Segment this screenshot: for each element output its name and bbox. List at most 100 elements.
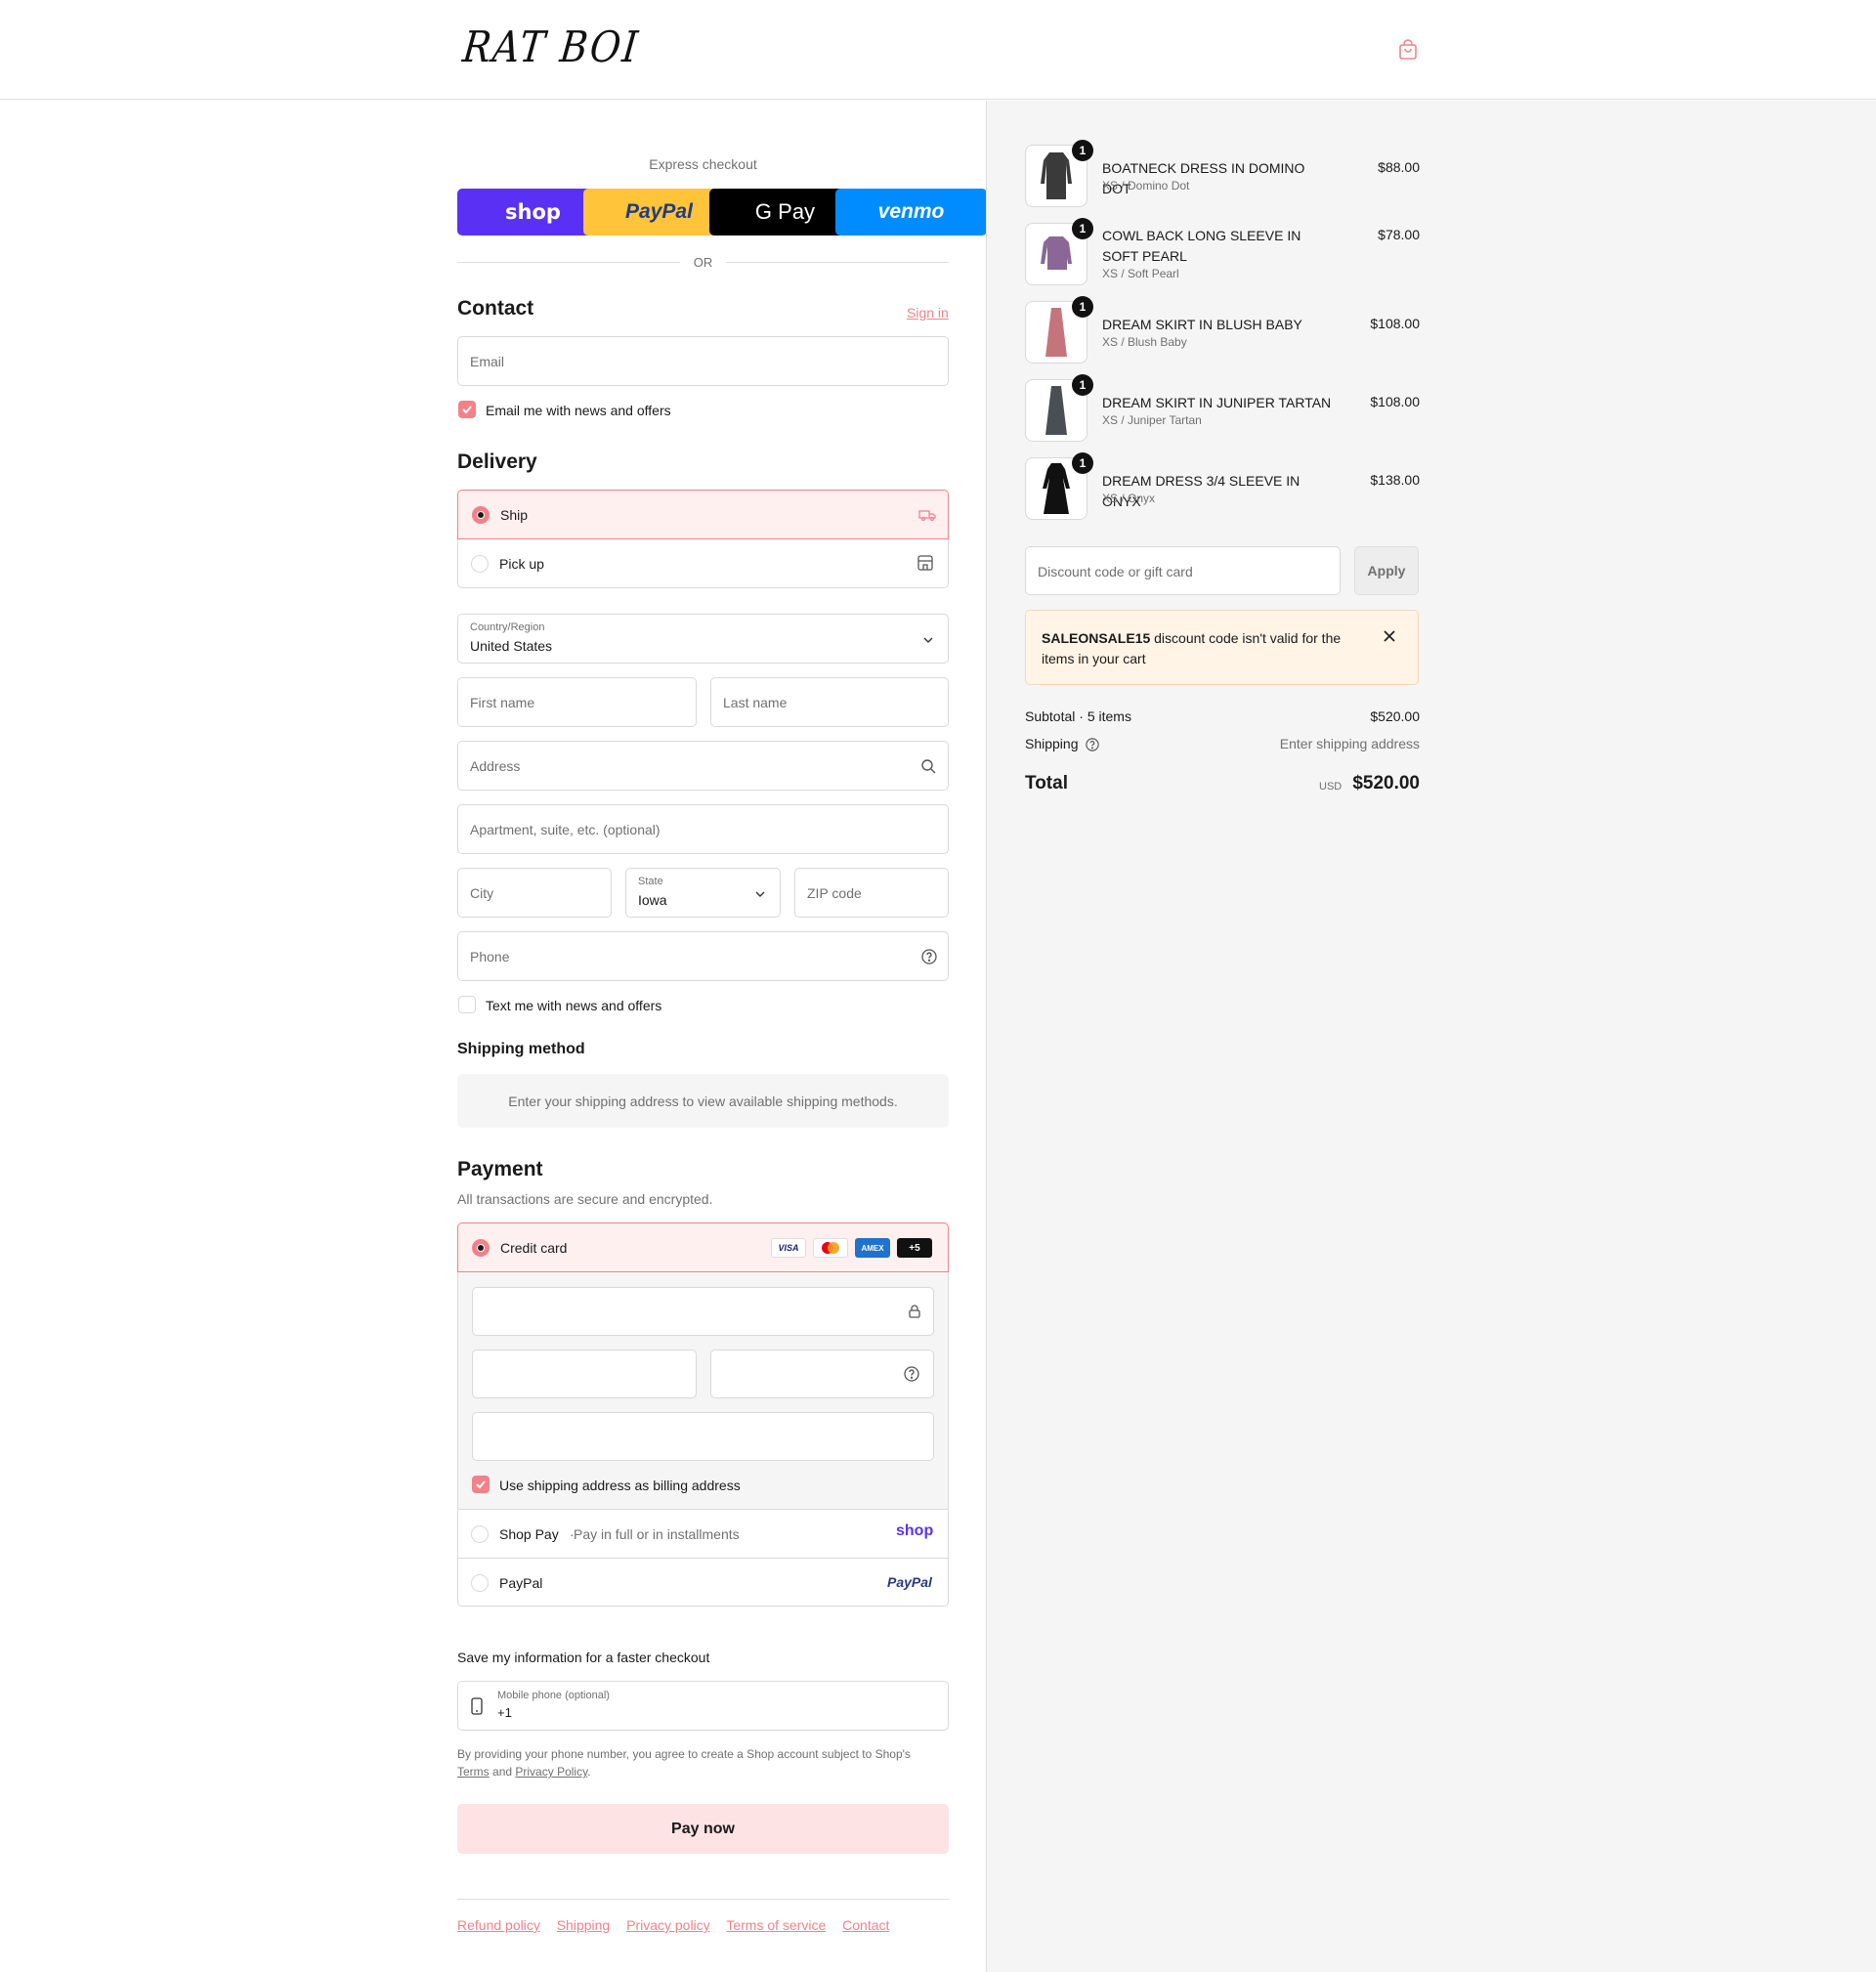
delivery-title: Delivery (457, 450, 537, 473)
item-variant: XS / Juniper Tartan (1102, 413, 1202, 427)
mobile-phone-icon (471, 1697, 483, 1715)
email-field[interactable]: Email (457, 336, 949, 386)
pay-now-button[interactable]: Pay now (457, 1804, 949, 1854)
delivery-option-pickup[interactable]: Pick up (457, 539, 949, 588)
privacy-link[interactable]: Privacy Policy (515, 1765, 587, 1779)
discount-error-text: SALEONSALE15 discount code isn't valid f… (1042, 630, 1342, 666)
save-info-title: Save my information for a faster checkou… (457, 1650, 710, 1665)
terms-link[interactable]: Terms (457, 1765, 490, 1779)
help-circle-icon[interactable] (921, 949, 937, 965)
visa-icon: VISA (771, 1238, 806, 1258)
refund-policy-link[interactable]: Refund policy (457, 1917, 540, 1933)
shop-disclaimer: By providing your phone number, you agre… (457, 1747, 911, 1779)
pickup-label: Pick up (499, 556, 544, 572)
shipping-label: Shipping (1025, 736, 1079, 751)
first-name-field[interactable]: First name (457, 677, 697, 727)
lock-icon (909, 1305, 920, 1318)
shopping-bag-icon[interactable] (1397, 39, 1419, 61)
quantity-badge: 1 (1072, 452, 1093, 474)
email-news-label: Email me with news and offers (486, 403, 671, 418)
item-variant: XS / Domino Dot (1102, 179, 1190, 193)
shop-pay-logo: shop (896, 1522, 934, 1539)
text-news-checkbox[interactable] (458, 996, 476, 1013)
amex-icon: AMEX (855, 1238, 890, 1258)
ship-label: Ship (500, 507, 529, 523)
phone-field[interactable]: Phone (457, 931, 949, 981)
or-text: OR (693, 255, 713, 270)
item-name: COWL BACK LONG SLEEVE IN SOFT PEARL (1102, 228, 1301, 264)
paypal-logo: PayPal (625, 200, 693, 223)
credit-card-label: Credit card (500, 1240, 568, 1256)
subtotal-value: $520.00 (1370, 708, 1420, 724)
zip-field[interactable]: ZIP code (794, 868, 949, 918)
quantity-badge: 1 (1072, 218, 1093, 239)
discount-error-banner: SALEONSALE15 discount code isn't valid f… (1025, 610, 1419, 685)
apartment-field[interactable]: Apartment, suite, etc. (optional) (457, 804, 949, 854)
shipping-method-title: Shipping method (457, 1041, 585, 1057)
item-price: $108.00 (1370, 316, 1420, 331)
more-cards-badge: +5 (897, 1238, 932, 1258)
item-price: $138.00 (1370, 472, 1420, 488)
text-news-label: Text me with news and offers (486, 998, 662, 1013)
item-name: DREAM SKIRT IN BLUSH BABY (1102, 317, 1302, 332)
card-expiry-field[interactable] (472, 1350, 697, 1398)
quantity-badge: 1 (1072, 374, 1093, 396)
card-name-field[interactable] (472, 1412, 934, 1461)
privacy-policy-link[interactable]: Privacy policy (626, 1917, 710, 1933)
credit-card-radio[interactable] (472, 1239, 490, 1257)
address-field[interactable]: Address (457, 741, 949, 791)
billing-same-checkbox[interactable] (472, 1476, 490, 1493)
payment-option-shop-pay[interactable]: Shop Pay · Pay in full or in installment… (458, 1509, 948, 1558)
ship-radio[interactable] (472, 506, 490, 524)
shipping-link[interactable]: Shipping (557, 1917, 611, 1933)
chevron-down-icon (923, 637, 933, 643)
shipping-method-notice: Enter your shipping address to view avai… (457, 1074, 949, 1128)
mastercard-icon (813, 1238, 848, 1258)
quantity-badge: 1 (1072, 140, 1093, 161)
venmo-logo: venmo (877, 200, 945, 223)
shop-pay-sub: Pay in full or in installments (574, 1526, 740, 1542)
mobile-phone-value: +1 (497, 1705, 512, 1720)
google-pay-logo: G Pay (754, 199, 816, 224)
currency-code: USD (1319, 781, 1343, 793)
paypal-label: PayPal (499, 1575, 543, 1591)
footer-links: Refund policy Shipping Privacy policy Te… (457, 1917, 902, 1933)
delivery-option-ship[interactable]: Ship (457, 490, 949, 539)
payment-option-paypal[interactable]: PayPal PayPal (458, 1558, 948, 1606)
terms-of-service-link[interactable]: Terms of service (726, 1917, 826, 1933)
total-label: Total (1025, 773, 1068, 793)
city-field[interactable]: City (457, 868, 612, 918)
footer-divider (457, 1899, 949, 1900)
or-divider: OR (457, 252, 949, 272)
chevron-down-icon (755, 891, 765, 897)
store-logo[interactable]: RAT BOI (460, 22, 642, 72)
item-price: $78.00 (1378, 227, 1420, 242)
card-number-field[interactable] (472, 1287, 934, 1336)
discount-code-field[interactable]: Discount code or gift card (1025, 546, 1341, 595)
store-icon (917, 555, 933, 571)
contact-link[interactable]: Contact (842, 1917, 889, 1933)
billing-same-label: Use shipping address as billing address (499, 1478, 741, 1493)
email-news-checkbox[interactable] (458, 401, 476, 418)
sign-in-link[interactable]: Sign in (907, 305, 949, 321)
pickup-radio[interactable] (471, 555, 489, 573)
express-checkout-label: Express checkout (649, 156, 757, 172)
help-circle-icon[interactable] (1086, 738, 1099, 751)
paypal-radio[interactable] (471, 1574, 489, 1592)
state-select[interactable]: State Iowa (625, 868, 781, 918)
apply-discount-button[interactable]: Apply (1354, 546, 1419, 595)
item-price: $88.00 (1378, 159, 1420, 175)
mobile-phone-label: Mobile phone (optional) (497, 1690, 610, 1701)
shop-pay-radio[interactable] (471, 1525, 489, 1543)
help-circle-icon[interactable] (904, 1366, 919, 1382)
country-select[interactable]: Country/Region United States (457, 614, 949, 664)
payment-subtitle: All transactions are secure and encrypte… (457, 1191, 713, 1207)
venmo-express-button[interactable]: venmo (835, 189, 987, 236)
shipping-value: Enter shipping address (1279, 736, 1420, 751)
card-cvv-field[interactable] (710, 1350, 934, 1398)
item-name: DREAM SKIRT IN JUNIPER TARTAN (1102, 395, 1332, 410)
close-icon[interactable] (1383, 629, 1396, 643)
mobile-phone-field[interactable]: Mobile phone (optional) +1 (457, 1681, 949, 1731)
item-variant: XS / Blush Baby (1102, 335, 1187, 349)
last-name-field[interactable]: Last name (710, 677, 949, 727)
